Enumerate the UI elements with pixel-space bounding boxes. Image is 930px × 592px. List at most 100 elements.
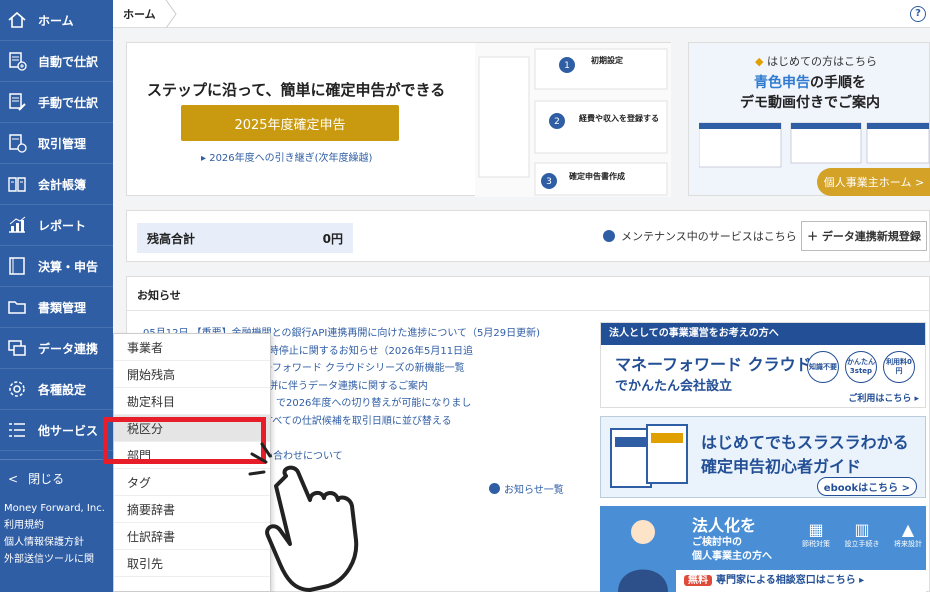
tax-saving-icon: ▦ 節税対策 [802,520,830,548]
balance-card: 残高合計 0円 メンテナンス中のサービスはこちら ＋ データ連携新規登録 [126,210,930,262]
sidebar-item-report[interactable]: レポート [0,205,113,246]
sidebar-item-manual-journal[interactable]: 手動で仕訳 [0,82,113,123]
sole-proprietor-home-label: 個人事業主ホーム [823,176,912,189]
sidebar-item-documents[interactable]: 書類管理 [0,287,113,328]
sidebar-item-label: 取引管理 [38,136,87,151]
settlement-icon [6,255,28,277]
incorporation-subtitle-line1: ご検討中の [692,537,742,548]
company-setup-link: ご利用はこちら ▸ [848,394,919,404]
guide-title-line1: はじめてでもスラスラわかる [701,433,909,452]
news-divider [127,310,930,311]
privacy-link[interactable]: 個人情報保護方針 [4,534,109,551]
sidebar: ホーム 自動で仕訳 手動で仕訳 取引管理 会計帳簿 レポート 決算・申告 書類管… [0,0,113,592]
incorporation-subtitle-line2: 個人事業主の方へ [692,551,772,562]
terms-link[interactable]: 利用規約 [4,517,109,534]
incorporation-subtitle: ご検討中の個人事業主の方へ [692,536,772,564]
add-data-link-button[interactable]: ＋ データ連携新規登録 [801,221,927,251]
breadcrumb[interactable]: ホーム [123,6,156,22]
sidebar-item-transactions[interactable]: 取引管理 [0,123,113,164]
company-setup-title: マネーフォワード クラウド [615,355,812,374]
gear-icon [6,378,28,400]
setup-procedure-label: 設立手続き [844,540,880,548]
sidebar-item-label: 会計帳簿 [38,177,87,192]
future-plan-label: 将来設計 [894,540,922,548]
person-illustration [618,520,668,592]
company-setup-link-label: ご利用はこちら [848,394,912,404]
menu-item-business[interactable]: 事業者 [114,334,270,361]
help-icon[interactable]: ? [910,6,926,22]
folder-icon [6,296,28,318]
beginner-title-text: はじめての方はこちら [766,55,877,68]
step-1-label: 初期設定 [591,56,623,65]
topbar: ホーム ? [113,0,930,28]
hero-title: ステップに沿って、簡単に確定申告ができる [147,81,446,99]
beginner-guide-banner[interactable]: はじめてでもスラスラわかる 確定申告初心者ガイド ebookはこちら > [600,416,926,498]
beginner-line1: 青色申告の手順を [689,73,930,93]
badge-free: 利用料0円 [883,351,915,383]
sidebar-item-ledger[interactable]: 会計帳簿 [0,164,113,205]
arrow-circle-icon [489,483,500,494]
balance-label: 残高合計 [147,231,196,246]
sidebar-item-label: レポート [38,218,87,233]
sidebar-item-label: ホーム [38,13,74,28]
manual-journal-icon [6,91,28,113]
sidebar-item-settlement[interactable]: 決算・申告 [0,246,113,287]
beginner-guide-card[interactable]: ◆ はじめての方はこちら 青色申告の手順を デモ動画付きでご案内 個人事業主ホー… [688,42,930,196]
sidebar-item-label: データ連携 [38,341,99,356]
sidebar-item-other-services[interactable]: 他サービス [0,410,113,451]
sidebar-item-label: 決算・申告 [38,259,99,274]
step-2-label: 経費や収入を登録する [579,114,659,123]
company-setup-subtitle: でかんたん会社設立 [615,379,733,394]
highlight-frame [103,417,266,464]
balance-summary: 残高合計 0円 [137,223,353,253]
incorporation-banner[interactable]: 法人化を ご検討中の 個人事業主の方へ ▦ 節税対策 ▥ 設立手続き ▲ 将来設計 無料… [600,506,926,592]
sole-proprietor-home-button[interactable]: 個人事業主ホーム > [817,168,930,196]
sidebar-item-auto-journal[interactable]: 自動で仕訳 [0,41,113,82]
news-heading: お知らせ [137,289,181,302]
company-setup-banner[interactable]: 法人としての事業運営をお考えの方へ マネーフォワード クラウド でかんたん会社設… [600,322,926,408]
news-list-link[interactable]: お知らせ一覧 [489,481,564,496]
guide-ebook-link: ebookはこちら > [816,477,917,496]
external-tools-link[interactable]: 外部送信ツールに関 [4,551,109,568]
tax-return-card: ステップに沿って、簡単に確定申告ができる 2025年度確定申告 ▸ 2026年度… [126,42,671,197]
badge-no-knowledge: 知識不要 [807,351,839,383]
badge-easy-steps: かんたん3step [845,351,877,383]
beginner-line1-highlight: 青色申告 [754,75,810,91]
beginner-mark-icon: ◆ [755,55,764,68]
tax-return-button[interactable]: 2025年度確定申告 [181,105,399,141]
sidebar-item-data-link[interactable]: データ連携 [0,328,113,369]
consultation-band: 無料 専門家による相談窓口はこちら ▸ [676,570,926,592]
sidebar-item-label: 各種設定 [38,382,87,397]
incorporation-title: 法人化を [692,516,757,535]
data-link-icon [6,337,28,359]
carryover-link-label: 2026年度への引き継ぎ(次年度繰越) [209,153,373,164]
sidebar-footer: Money Forward, Inc. 利用規約 個人情報保護方針 外部送信ツー… [0,497,113,571]
sidebar-item-label: 書類管理 [38,300,87,315]
ledger-icon [6,173,28,195]
balance-value: 0円 [322,231,343,246]
carryover-link[interactable]: ▸ 2026年度への引き継ぎ(次年度繰越) [201,149,372,164]
beginner-line2: デモ動画付きでご案内 [740,95,880,111]
sidebar-item-label: 自動で仕訳 [38,54,99,69]
beginner-title: ◆ はじめての方はこちら [755,53,877,69]
company-setup-band: 法人としての事業運営をお考えの方へ [601,323,925,345]
sidebar-close-label: 閉じる [28,472,65,486]
svg-text:2: 2 [554,117,560,127]
sidebar-close-button[interactable]: < 閉じる [0,459,113,497]
tax-saving-label: 節税対策 [802,540,830,548]
free-badge: 無料 [684,575,712,586]
sidebar-item-label: 他サービス [38,423,99,438]
sidebar-item-home[interactable]: ホーム [0,0,113,41]
breadcrumb-chevron-icon [165,0,177,28]
maintenance-link[interactable]: メンテナンス中のサービスはこちら [603,228,797,244]
consultation-label: 専門家による相談窓口はこちら [716,575,856,586]
report-icon [6,214,28,236]
menu-item-opening-balance[interactable]: 開始残高 [114,361,270,388]
sidebar-item-settings[interactable]: 各種設定 [0,369,113,410]
guide-book-illustration [610,424,688,488]
steps-illustration: 1 2 3 初期設定 経費や収入を登録する 確定申告書作成 [475,43,671,197]
transaction-icon [6,132,28,154]
beginner-subtitle: 青色申告の手順を デモ動画付きでご案内 [689,73,930,113]
news-list-label: お知らせ一覧 [504,485,564,496]
menu-item-account-titles[interactable]: 勘定科目 [114,388,270,415]
